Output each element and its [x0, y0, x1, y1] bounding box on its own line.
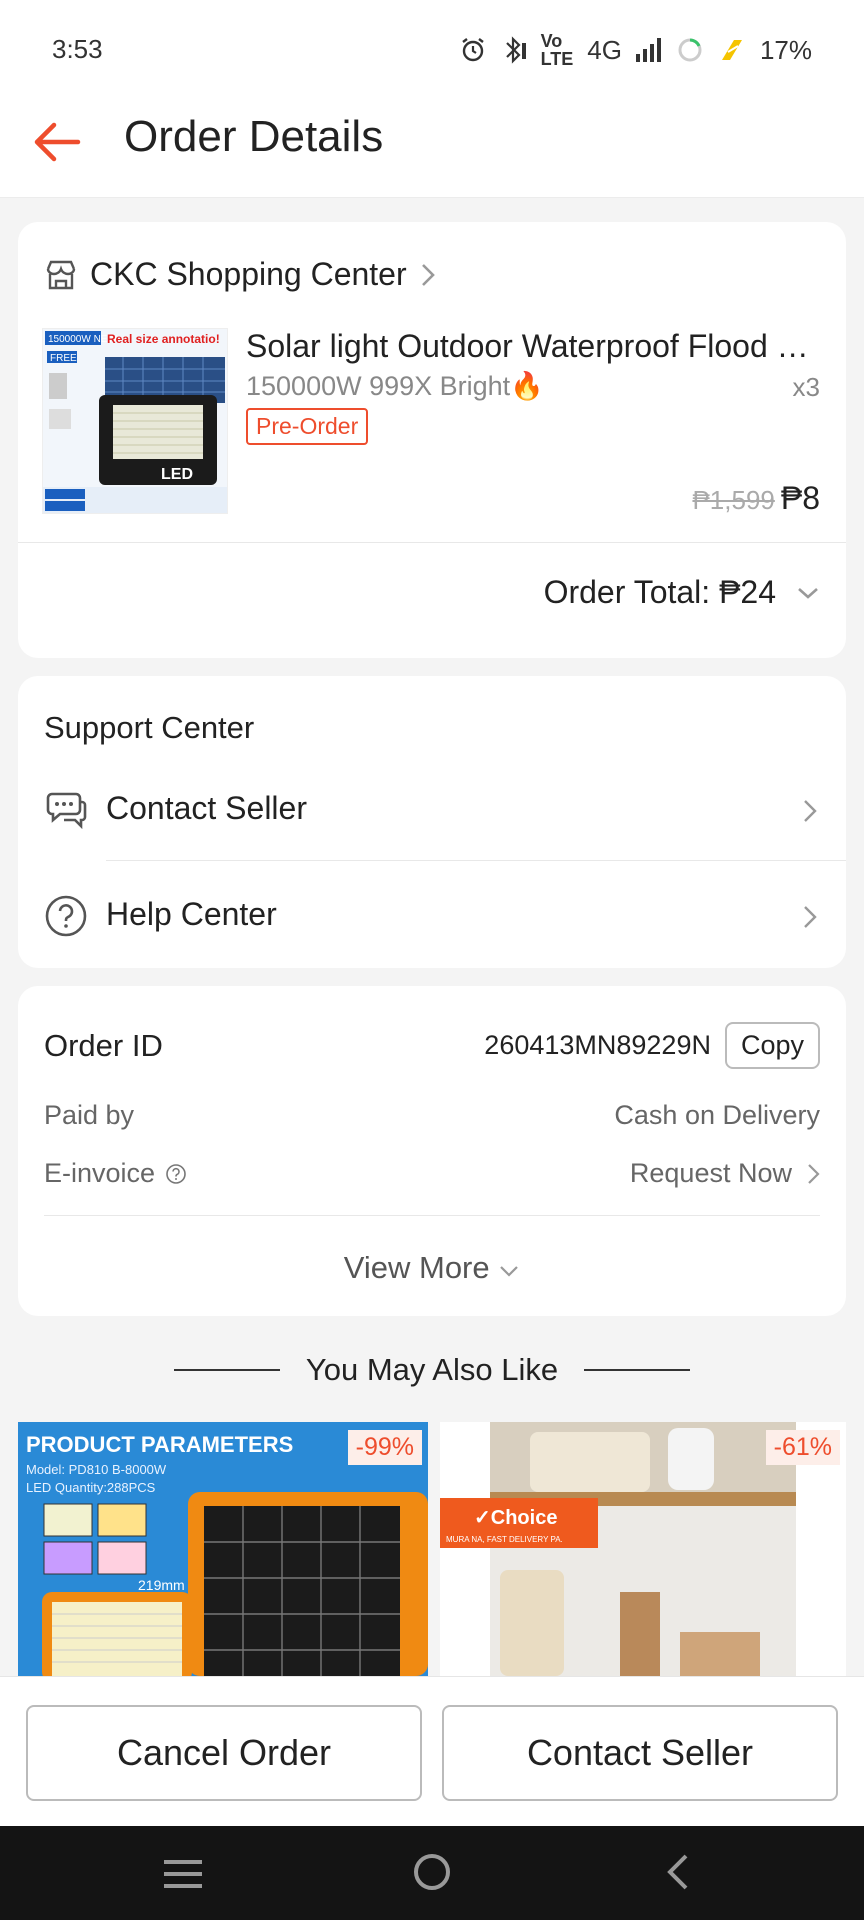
- signal-icon: [635, 38, 661, 62]
- status-icons: Vo LTE 4G 17%: [459, 32, 812, 68]
- einvoice-label: E-invoice: [44, 1158, 156, 1188]
- chevron-right-icon: [804, 800, 817, 822]
- shop-icon: [46, 260, 76, 289]
- view-more-button[interactable]: View More: [18, 1250, 846, 1286]
- charging-icon: [721, 40, 742, 60]
- product-image[interactable]: 150000W NEW Real size annotatio! FREE LE…: [42, 328, 228, 514]
- chevron-down-icon: [798, 587, 818, 599]
- rec-overlay-led: LED Quantity:288PCS: [26, 1480, 156, 1495]
- chevron-right-icon: [808, 1163, 820, 1184]
- back-icon[interactable]: [664, 1852, 690, 1892]
- einvoice-row[interactable]: E-invoice Request Now: [44, 1158, 820, 1189]
- rec-overlay-size: 219mm: [138, 1577, 185, 1593]
- einvoice-label-group: E-invoice: [44, 1158, 187, 1189]
- paid-by-label: Paid by: [44, 1100, 135, 1130]
- chevron-right-icon: [804, 906, 817, 928]
- paid-by-value: Cash on Delivery: [614, 1100, 820, 1130]
- image-headline: Real size annotatio!: [107, 332, 220, 346]
- product-quantity: x3: [792, 372, 820, 402]
- battery-percent: 17%: [759, 34, 812, 65]
- original-price: ₱1,599: [692, 485, 775, 515]
- contact-seller-item[interactable]: Contact Seller: [18, 764, 846, 854]
- system-nav-bar: [0, 1826, 864, 1920]
- rec-overlay-title: PRODUCT PARAMETERS: [26, 1432, 293, 1457]
- status-bar: 3:53 Vo LTE 4G 17%: [0, 0, 864, 100]
- order-info-card: Order ID 260413MN89229N Copy Paid by Cas…: [18, 986, 846, 1316]
- order-id-value: 260413MN89229N: [484, 1030, 711, 1060]
- divider: [584, 1369, 691, 1371]
- recommended-product-card[interactable]: PRODUCT PARAMETERS Model: PD810 B-8000W …: [18, 1422, 428, 1676]
- support-title: Support Center: [44, 710, 255, 745]
- bottom-action-bar: Cancel Order Contact Seller: [0, 1676, 864, 1826]
- order-total-row[interactable]: Order Total: ₱24: [544, 574, 820, 611]
- alarm-icon: [461, 38, 484, 62]
- recommendations-heading: You May Also Like: [0, 1346, 864, 1394]
- shop-name: CKC Shopping Center: [90, 256, 407, 292]
- image-free: FREE: [50, 353, 77, 364]
- shop-link[interactable]: CKC Shopping Center: [44, 256, 437, 293]
- help-center-item[interactable]: Help Center: [18, 870, 846, 960]
- rec-overlay-model: Model: PD810 B-8000W: [26, 1462, 167, 1477]
- paid-by-row: Paid by Cash on Delivery: [44, 1100, 820, 1131]
- discount-badge: -99%: [347, 1430, 422, 1465]
- status-time: 3:53: [52, 34, 103, 64]
- order-id-row: Order ID 260413MN89229N Copy: [44, 1022, 820, 1069]
- product-title[interactable]: Solar light Outdoor Waterproof Flood Lig…: [246, 328, 822, 365]
- order-card: CKC Shopping Center 150000W NEW Real siz…: [18, 222, 846, 658]
- contact-seller-label: Contact Seller: [106, 790, 307, 826]
- page-title: Order Details: [124, 112, 384, 161]
- battery-ring-icon: [678, 38, 702, 62]
- einvoice-action-group[interactable]: Request Now: [630, 1158, 820, 1189]
- help-center-label: Help Center: [106, 896, 277, 932]
- recommended-product-card[interactable]: ✓Choice MURA NA, FAST DELIVERY PA. -61%: [440, 1422, 846, 1676]
- chevron-down-icon: [500, 1266, 519, 1277]
- cancel-order-button[interactable]: Cancel Order: [26, 1705, 422, 1801]
- back-arrow-icon[interactable]: [28, 114, 84, 170]
- divider: [18, 542, 846, 543]
- header-bar: Order Details: [0, 100, 864, 198]
- order-id-group: 260413MN89229N Copy: [484, 1022, 820, 1069]
- order-id-label: Order ID: [44, 1027, 163, 1063]
- divider: [106, 860, 846, 861]
- info-question-icon[interactable]: [165, 1163, 187, 1185]
- view-more-label: View More: [343, 1250, 490, 1285]
- request-now-link[interactable]: Request Now: [630, 1158, 792, 1189]
- rec-overlay-sub: MURA NA, FAST DELIVERY PA.: [446, 1535, 563, 1544]
- support-center-card: Support Center Contact Seller Help Cente…: [18, 676, 846, 968]
- current-price: ₱8: [780, 480, 820, 516]
- recommendations-title: You May Also Like: [305, 1352, 559, 1387]
- divider: [44, 1215, 820, 1216]
- price-row: ₱1,599 ₱8: [692, 480, 820, 517]
- question-circle-icon: [45, 895, 87, 937]
- chevron-right-icon: [421, 263, 435, 286]
- menu-icon[interactable]: [162, 1858, 204, 1890]
- chat-bubbles-icon: [46, 792, 87, 830]
- discount-badge: -61%: [765, 1430, 840, 1465]
- order-total: Order Total: ₱24: [543, 574, 776, 610]
- contact-seller-button[interactable]: Contact Seller: [442, 1705, 838, 1801]
- preorder-tag: Pre-Order: [246, 408, 369, 445]
- image-led: LED: [161, 466, 193, 483]
- rec-overlay-choice: ✓Choice: [474, 1507, 557, 1529]
- divider: [173, 1369, 280, 1371]
- copy-button[interactable]: Copy: [724, 1022, 820, 1069]
- volte-icon: Vo LTE: [540, 31, 574, 69]
- bluetooth-icon: [505, 36, 526, 64]
- product-variant: 150000W 999X Bright🔥: [246, 371, 544, 401]
- home-icon[interactable]: [412, 1852, 452, 1892]
- network-type: 4G: [587, 34, 622, 65]
